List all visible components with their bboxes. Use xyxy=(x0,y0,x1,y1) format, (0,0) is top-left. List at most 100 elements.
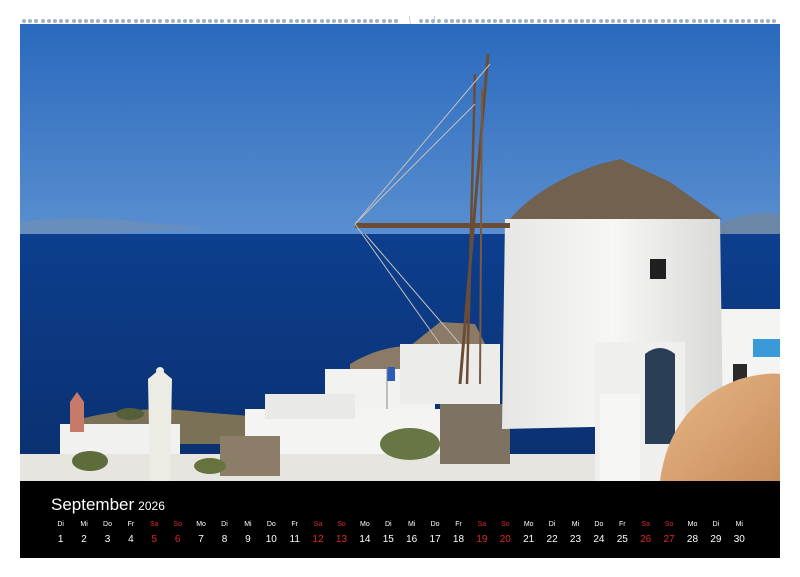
binding-ring xyxy=(208,19,212,23)
binding-ring xyxy=(164,19,169,23)
binding-ring xyxy=(530,19,535,23)
binding-ring xyxy=(722,19,727,23)
binding-ring xyxy=(189,19,194,23)
binding-ring xyxy=(369,19,374,23)
binding-ring xyxy=(226,19,231,23)
day-cell: Fr 11 xyxy=(283,520,306,547)
binding-ring xyxy=(536,19,541,23)
weekday-label: Fr xyxy=(291,521,298,528)
date-number: 13 xyxy=(335,534,348,545)
date-number: 28 xyxy=(686,534,699,545)
binding-ring xyxy=(59,19,64,23)
binding-ring xyxy=(716,19,721,23)
day-cell: Do 10 xyxy=(260,520,283,547)
date-number: 18 xyxy=(452,534,465,545)
binding-ring xyxy=(511,19,516,23)
date-number: 20 xyxy=(499,534,511,545)
date-number: 2 xyxy=(81,534,87,545)
binding-ring xyxy=(84,19,88,23)
binding-ring xyxy=(28,19,33,23)
date-number: 3 xyxy=(104,534,111,545)
weekday-label: Mi xyxy=(80,521,88,528)
binding-ring xyxy=(276,19,281,23)
binding-ring xyxy=(654,19,659,23)
binding-ring xyxy=(90,19,95,23)
weekday-label: Di xyxy=(548,521,556,528)
binding-ring xyxy=(239,19,243,23)
binding-ring xyxy=(121,19,126,23)
day-cell: Sa 5 xyxy=(143,520,166,547)
binding-ring xyxy=(567,19,572,23)
date-number: 9 xyxy=(245,534,251,545)
binding-ring xyxy=(611,19,615,23)
binding-ring xyxy=(449,19,454,23)
binding-ring xyxy=(468,19,473,23)
binding-ring xyxy=(418,19,423,23)
weekday-label: Fr xyxy=(618,521,626,528)
binding-ring xyxy=(635,19,640,23)
binding-ring xyxy=(580,19,584,23)
binding-ring xyxy=(666,19,671,23)
binding-ring xyxy=(195,19,200,23)
day-cell: So 27 xyxy=(657,520,680,547)
day-cell: Mi 16 xyxy=(400,520,423,547)
binding-ring xyxy=(319,19,324,23)
binding-ring xyxy=(759,19,764,23)
day-cell: Do 17 xyxy=(423,520,446,547)
binding-ring xyxy=(573,19,578,23)
binding-ring xyxy=(127,19,132,23)
day-cell: Mi 30 xyxy=(728,520,751,547)
binding-ring xyxy=(685,19,690,23)
binding-ring xyxy=(263,19,268,23)
binding-ring xyxy=(46,19,51,23)
weekday-label: Mo xyxy=(523,521,534,528)
binding-ring xyxy=(108,19,113,23)
binding-ring xyxy=(307,19,312,23)
binding-ring xyxy=(71,19,76,23)
weekday-label: Sa xyxy=(477,521,487,528)
binding-ring xyxy=(282,19,287,23)
weekday-label: Mo xyxy=(687,521,698,528)
weekday-label: Mi xyxy=(735,521,743,528)
day-cell: Sa 26 xyxy=(634,520,657,547)
date-number: 7 xyxy=(198,534,204,545)
binding-ring xyxy=(356,19,361,23)
binding-ring xyxy=(642,19,646,23)
weekday-label: Di xyxy=(57,521,64,528)
day-cell: Mi 2 xyxy=(72,520,95,547)
binding-ring xyxy=(183,19,188,23)
binding-ring xyxy=(474,19,479,23)
day-cell: Do 3 xyxy=(96,520,119,547)
binding-ring xyxy=(598,19,603,23)
day-cell: Mo 14 xyxy=(353,520,376,547)
binding-ring xyxy=(592,19,597,23)
binding-ring xyxy=(65,19,70,23)
binding-ring xyxy=(350,19,355,23)
binding-ring xyxy=(766,19,770,23)
date-number: 4 xyxy=(128,534,134,545)
day-cell: Mo 21 xyxy=(517,520,540,547)
date-number: 27 xyxy=(663,534,675,545)
binding-ring xyxy=(487,19,491,23)
binding-ring xyxy=(152,19,157,23)
date-number: 30 xyxy=(733,534,745,545)
binding-ring xyxy=(697,19,702,23)
day-cell: Do 24 xyxy=(587,520,610,547)
binding-ring xyxy=(549,19,553,23)
day-cell: Fr 4 xyxy=(119,520,142,547)
binding-ring xyxy=(220,19,225,23)
date-number: 8 xyxy=(221,534,228,545)
weekday-label: So xyxy=(173,521,182,528)
weekday-label: Sa xyxy=(641,521,650,528)
binding-ring xyxy=(518,19,522,23)
date-number: 24 xyxy=(593,534,605,545)
weekday-label: Do xyxy=(266,521,276,528)
weekday-label: Sa xyxy=(313,521,323,528)
weekday-label: Mi xyxy=(408,521,416,528)
binding-ring xyxy=(40,19,45,23)
binding-ring xyxy=(586,19,591,23)
binding-ring xyxy=(77,19,82,23)
day-cell: Sa 19 xyxy=(470,520,493,547)
binding-ring xyxy=(53,19,57,23)
binding-ring xyxy=(753,19,758,23)
